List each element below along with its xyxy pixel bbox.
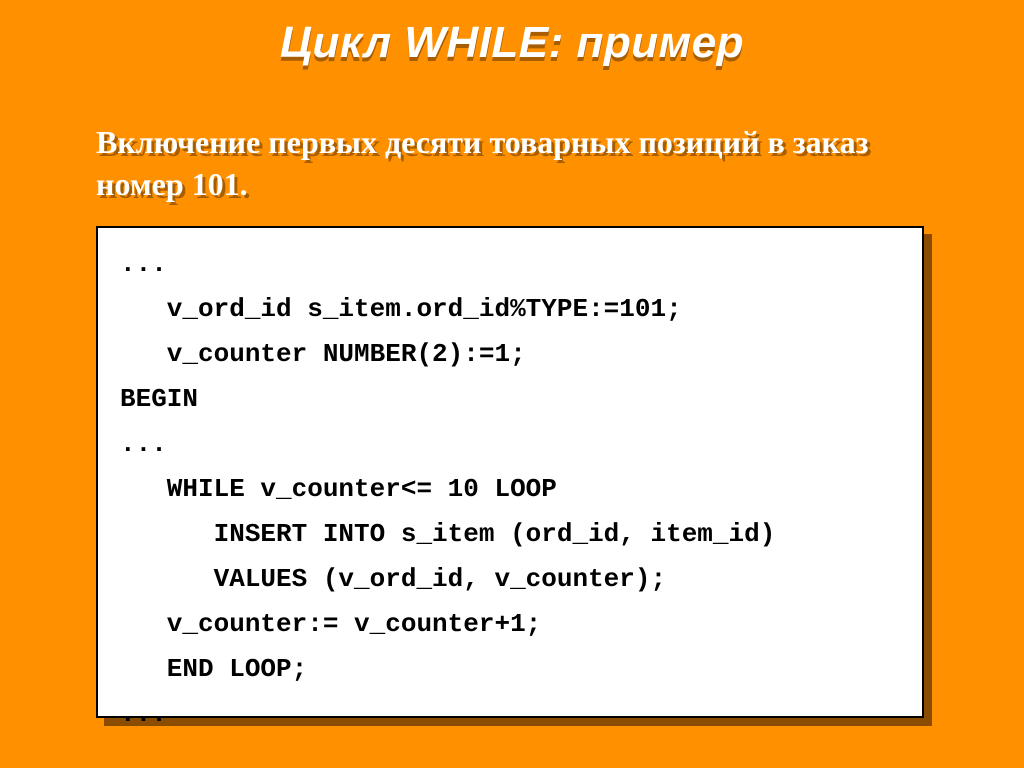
code-block: ... v_ord_id s_item.ord_id%TYPE:=101; v_…: [96, 226, 924, 718]
code-box: ... v_ord_id s_item.ord_id%TYPE:=101; v_…: [96, 226, 924, 718]
code-text: ... v_ord_id s_item.ord_id%TYPE:=101; v_…: [120, 242, 900, 737]
slide-title: Цикл WHILE: пример Цикл WHILE: пример: [0, 18, 1024, 68]
slide: Цикл WHILE: пример Цикл WHILE: пример Вк…: [0, 0, 1024, 768]
title-text: Цикл WHILE: пример: [0, 18, 1024, 68]
slide-subtitle: Включение первых десяти товарных позиций…: [96, 122, 936, 205]
subtitle-text: Включение первых десяти товарных позиций…: [96, 122, 936, 205]
